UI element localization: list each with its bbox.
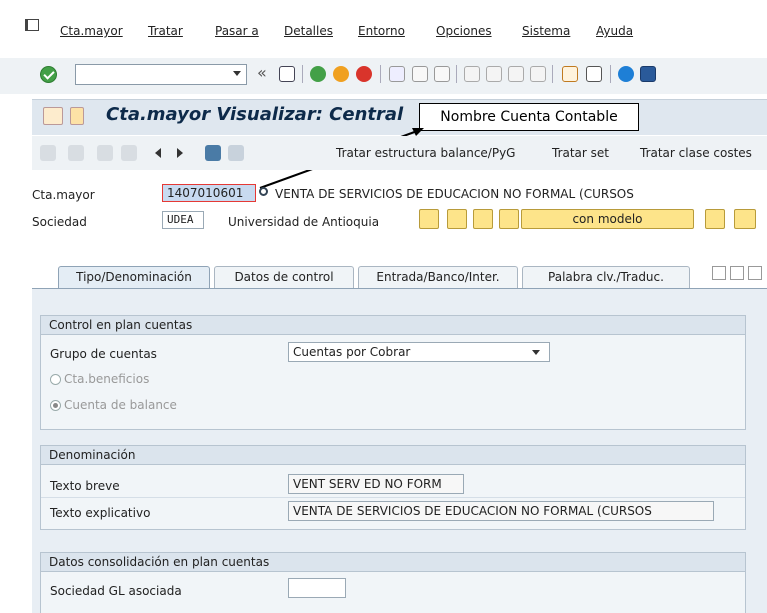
sociedad-gl-field[interactable] [288, 578, 346, 598]
exit-icon[interactable] [333, 66, 349, 82]
trash-icon[interactable] [734, 209, 756, 229]
menu-tratar[interactable]: Tratar [148, 24, 183, 38]
menu-entorno[interactable]: Entorno [358, 24, 405, 38]
menu-dropdown-icon[interactable] [70, 107, 84, 125]
hierarchy-icon[interactable] [205, 145, 221, 161]
sociedad-label: Sociedad [32, 215, 87, 229]
group-control-title: Control en plan cuentas [40, 315, 746, 335]
find-icon[interactable] [412, 66, 428, 82]
toolbar-divider [456, 65, 457, 83]
sociedad-field[interactable]: UDEA [162, 211, 204, 229]
toolbar-divider [302, 65, 303, 83]
find-next-icon[interactable] [434, 66, 450, 82]
texto-explicativo-label: Texto explicativo [50, 506, 151, 520]
display-icon[interactable] [419, 209, 439, 229]
shortcut-icon[interactable] [586, 66, 602, 82]
tab-entrada-banco[interactable]: Entrada/Banco/Inter. [358, 266, 518, 288]
transaction-icon[interactable] [43, 107, 63, 125]
copy-icon[interactable] [499, 209, 519, 229]
tab-scroll-right-icon[interactable] [730, 266, 744, 280]
tab-palabra-clave[interactable]: Palabra clv./Traduc. [522, 266, 690, 288]
other-object-icon[interactable] [228, 145, 244, 161]
texto-breve-field[interactable]: VENT SERV ED NO FORM [288, 474, 464, 494]
group-consolidacion-title: Datos consolidación en plan cuentas [40, 552, 746, 572]
btn-tratar-estructura[interactable]: Tratar estructura balance/PyG [336, 146, 515, 160]
radio-cuenta-balance[interactable] [50, 400, 61, 411]
redo-icon[interactable] [121, 145, 137, 161]
new-session-icon[interactable] [562, 66, 578, 82]
toolbar-divider [552, 65, 553, 83]
customize-layout-icon[interactable] [640, 66, 656, 82]
undo-icon[interactable] [97, 145, 113, 161]
last-page-icon[interactable] [530, 66, 546, 82]
display-change-icon[interactable] [68, 145, 84, 161]
row-divider [41, 497, 745, 498]
cta-beneficios-label: Cta.beneficios [64, 372, 150, 386]
edit-pencil-icon[interactable] [40, 145, 56, 161]
save-icon[interactable] [279, 66, 295, 82]
toolbar-divider [380, 65, 381, 83]
prev-page-icon[interactable] [486, 66, 502, 82]
back-icon[interactable] [310, 66, 326, 82]
tab-scroll-left-icon[interactable] [712, 266, 726, 280]
prev-icon[interactable] [155, 148, 161, 158]
texto-explicativo-field[interactable]: VENTA DE SERVICIOS DE EDUCACION NO FORMA… [288, 501, 714, 521]
sociedad-description: Universidad de Antioquia [228, 215, 380, 229]
help-icon[interactable] [618, 66, 634, 82]
tab-datos-de-control[interactable]: Datos de control [214, 266, 354, 288]
menu-cta-mayor[interactable]: Cta.mayor [60, 24, 123, 38]
chevron-down-icon[interactable] [532, 350, 540, 355]
cta-mayor-field[interactable]: 1407010601 [162, 184, 256, 202]
cta-mayor-label: Cta.mayor [32, 188, 95, 202]
create-icon[interactable] [473, 209, 493, 229]
grupo-cuentas-label: Grupo de cuentas [50, 347, 157, 361]
menu-bar: Cta.mayor Tratar Pasar a Detalles Entorn… [0, 0, 767, 58]
pencil-icon[interactable] [447, 209, 467, 229]
menu-detalles[interactable]: Detalles [284, 24, 333, 38]
enter-check-icon[interactable] [40, 66, 57, 83]
menu-pasar-a[interactable]: Pasar a [215, 24, 259, 38]
radio-cta-beneficios[interactable] [50, 374, 61, 385]
btn-tratar-set[interactable]: Tratar set [552, 146, 609, 160]
first-page-icon[interactable] [464, 66, 480, 82]
tab-list-icon[interactable] [748, 266, 762, 280]
command-field[interactable] [75, 64, 247, 85]
menu-ayuda[interactable]: Ayuda [596, 24, 633, 38]
con-modelo-button[interactable]: con modelo [521, 209, 694, 229]
nav-back-icon[interactable]: « [257, 63, 267, 82]
print-icon[interactable] [389, 66, 405, 82]
chevron-down-icon[interactable] [233, 71, 241, 76]
grupo-cuentas-select[interactable]: Cuentas por Cobrar [288, 342, 550, 362]
menu-sistema[interactable]: Sistema [522, 24, 570, 38]
search-icon[interactable] [259, 187, 268, 196]
lock-icon[interactable] [705, 209, 725, 229]
next-icon[interactable] [177, 148, 183, 158]
tab-tipo-denominacion[interactable]: Tipo/Denominación [58, 266, 210, 288]
next-page-icon[interactable] [508, 66, 524, 82]
btn-tratar-clase[interactable]: Tratar clase costes [640, 146, 752, 160]
menu-icon[interactable] [25, 19, 39, 31]
annotation-callout: Nombre Cuenta Contable [419, 103, 639, 131]
cta-mayor-description: VENTA DE SERVICIOS DE EDUCACION NO FORMA… [275, 187, 634, 201]
cancel-icon[interactable] [356, 66, 372, 82]
sociedad-gl-label: Sociedad GL asociada [50, 584, 182, 598]
group-denominacion-title: Denominación [40, 445, 746, 465]
cuenta-balance-label: Cuenta de balance [64, 398, 177, 412]
toolbar-divider [610, 65, 611, 83]
menu-opciones[interactable]: Opciones [436, 24, 492, 38]
texto-breve-label: Texto breve [50, 479, 120, 493]
